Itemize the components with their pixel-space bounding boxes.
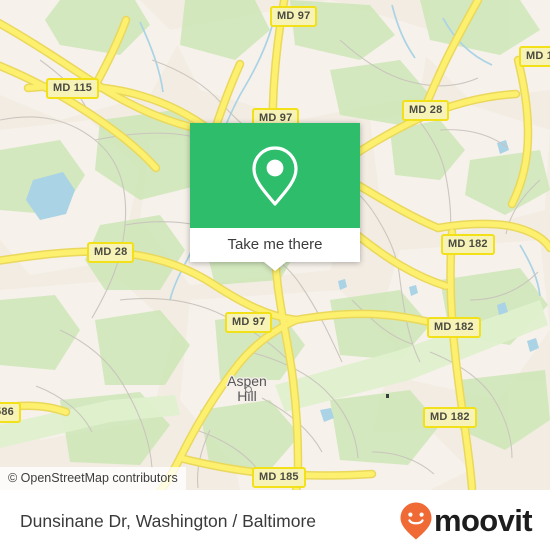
poi-dot bbox=[386, 394, 389, 398]
place-marker-dot bbox=[245, 386, 252, 393]
osm-attribution[interactable]: © OpenStreetMap contributors bbox=[0, 467, 186, 490]
road-shield-md-115[interactable]: MD 115 bbox=[46, 78, 100, 99]
moovit-logo[interactable]: moovit bbox=[399, 501, 533, 541]
place-title: Dunsinane Dr, Washington / Baltimore bbox=[20, 510, 317, 531]
moovit-map-screenshot: Aspen Hill MD 97 MD 18 MD 115 MD 97 MD 2… bbox=[0, 0, 550, 550]
bottom-info-bar: Dunsinane Dr, Washington / Baltimore moo… bbox=[0, 490, 550, 550]
road-shield-md-182-lower[interactable]: MD 182 bbox=[423, 407, 477, 428]
road-shield-md-182-upper[interactable]: MD 182 bbox=[441, 234, 495, 255]
road-shield-md-18-edge[interactable]: MD 18 bbox=[519, 46, 550, 67]
take-me-there-label: Take me there bbox=[227, 236, 323, 253]
road-shield-md-97-center[interactable]: MD 97 bbox=[225, 312, 273, 333]
callout-pointer bbox=[264, 262, 286, 271]
map-canvas[interactable]: Aspen Hill MD 97 MD 18 MD 115 MD 97 MD 2… bbox=[0, 0, 550, 490]
road-shield-md-182-mid[interactable]: MD 182 bbox=[427, 317, 481, 338]
location-callout-card[interactable]: Take me there bbox=[190, 123, 360, 271]
road-shield-md-97-north[interactable]: MD 97 bbox=[270, 6, 318, 27]
road-shield-md-28-north[interactable]: MD 28 bbox=[402, 100, 450, 121]
take-me-there-button[interactable]: Take me there bbox=[190, 228, 360, 262]
moovit-wordmark: moovit bbox=[433, 502, 533, 538]
road-shield-586-edge[interactable]: 586 bbox=[0, 402, 21, 423]
map-pin-icon bbox=[190, 123, 360, 228]
road-shield-md-28-west[interactable]: MD 28 bbox=[87, 242, 135, 263]
callout-image-area bbox=[190, 123, 360, 228]
moovit-smiley-pin-icon bbox=[399, 501, 433, 541]
road-shield-md-185[interactable]: MD 185 bbox=[252, 467, 306, 488]
